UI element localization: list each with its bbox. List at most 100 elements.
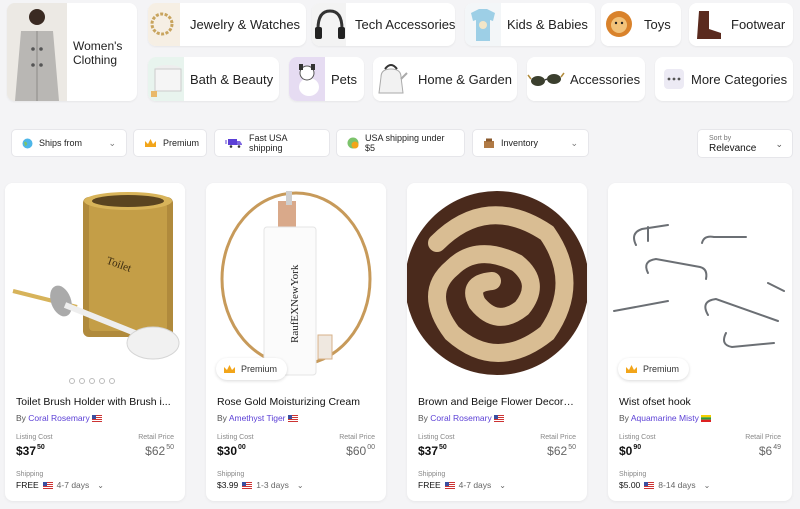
headphones-icon (312, 3, 346, 46)
more-icon (664, 69, 684, 89)
image-carousel-dots[interactable] (477, 378, 513, 384)
category-label: More Categories (691, 72, 788, 87)
us-flag-icon (644, 481, 655, 489)
kettle-icon (373, 57, 409, 101)
retail-price-value: $649 (758, 444, 781, 458)
crown-icon (626, 365, 637, 373)
coat-icon (7, 3, 67, 101)
by-label: By (418, 413, 428, 423)
category-label: Bath & Beauty (190, 72, 274, 87)
chevron-down-icon[interactable]: ⌄ (499, 481, 506, 490)
svg-text:RaufEXNewYork: RaufEXNewYork (289, 264, 301, 343)
us-flag-icon (42, 481, 53, 489)
retail-price-label: Retail Price (745, 434, 781, 441)
category-label: Kids & Babies (507, 17, 588, 32)
category-footwear[interactable]: Footwear (689, 3, 793, 46)
us-flag-icon (92, 415, 103, 423)
category-label: Tech Accessories (355, 17, 455, 32)
product-card[interactable]: RaufEXNewYork Premium Rose Gold Moisturi… (206, 183, 386, 501)
us-flag-icon (444, 481, 455, 489)
shipping-value[interactable]: FREE 4-7 days ⌄ (418, 480, 506, 490)
retail-price-label: Retail Price (138, 434, 174, 441)
category-pets[interactable]: Pets (289, 57, 364, 101)
ships-from-filter[interactable]: Ships from ⌄ (11, 129, 127, 157)
listing-cost-label: Listing Cost (619, 434, 656, 441)
category-toys[interactable]: Toys (601, 3, 681, 46)
category-label: Home & Garden (418, 72, 512, 87)
category-jewelry-watches[interactable]: Jewelry & Watches (148, 3, 306, 46)
sort-value: Relevance (709, 143, 757, 154)
shipping-label: Shipping (619, 471, 647, 478)
listing-cost-value: $3750 (418, 444, 447, 458)
usa-shipping-under-5-filter[interactable]: USA shipping under $5 (336, 129, 465, 157)
crown-icon (144, 138, 157, 148)
product-card[interactable]: Toilet Toilet Brush Holder with Brush i.… (5, 183, 185, 501)
chevron-down-icon: ⌄ (570, 137, 578, 148)
truck-icon (225, 138, 243, 148)
baby-clothes-icon (465, 3, 501, 46)
shipping-value[interactable]: FREE 4-7 days ⌄ (16, 480, 104, 490)
us-flag-icon (242, 481, 253, 489)
usa-shipping-under-5-label: USA shipping under $5 (365, 133, 445, 153)
bracelet-icon (148, 3, 180, 46)
product-image (407, 183, 587, 389)
listing-cost-label: Listing Cost (16, 434, 53, 441)
by-label: By (16, 413, 26, 423)
country-flag-icon (701, 415, 712, 423)
chevron-down-icon: ⌄ (775, 139, 783, 149)
product-title[interactable]: Rose Gold Moisturizing Cream (217, 396, 375, 408)
shipping-value[interactable]: $3.99 1-3 days ⌄ (217, 480, 304, 490)
us-flag-icon (494, 415, 505, 423)
image-carousel-dots[interactable] (69, 378, 115, 384)
sunglasses-icon (527, 57, 565, 101)
seller-line: By Aquamarine Misty (619, 413, 712, 423)
shipping-label: Shipping (16, 471, 44, 478)
seller-link[interactable]: Coral Rosemary (430, 413, 491, 423)
seller-link[interactable]: Amethyst Tiger (229, 413, 286, 423)
chevron-down-icon[interactable]: ⌄ (297, 481, 304, 490)
category-home-garden[interactable]: Home & Garden (373, 57, 517, 101)
ships-from-label: Ships from (39, 138, 83, 148)
seller-line: By Amethyst Tiger (217, 413, 298, 423)
category-more[interactable]: More Categories (655, 57, 793, 101)
product-title[interactable]: Toilet Brush Holder with Brush i... (16, 396, 174, 408)
category-label: Pets (331, 72, 358, 87)
us-flag-icon (287, 415, 298, 423)
premium-badge: Premium (216, 358, 288, 380)
product-title[interactable]: Wist ofset hook (619, 396, 781, 408)
seller-link[interactable]: Coral Rosemary (28, 413, 89, 423)
product-title[interactable]: Brown and Beige Flower Decora... (418, 396, 576, 408)
category-tech-accessories[interactable]: Tech Accessories (312, 3, 455, 46)
fast-usa-shipping-label: Fast USA shipping (249, 133, 288, 153)
listing-cost-value: $3750 (16, 444, 45, 458)
category-label: Jewelry & Watches (190, 17, 301, 32)
category-label: Accessories (570, 72, 641, 87)
premium-badge: Premium (618, 358, 690, 380)
inventory-label: Inventory (501, 138, 539, 148)
box-icon (483, 138, 495, 149)
premium-filter[interactable]: Premium (133, 129, 207, 157)
shipping-label: Shipping (418, 471, 446, 478)
category-kids-babies[interactable]: Kids & Babies (465, 3, 595, 46)
coin-icon (347, 137, 359, 149)
chevron-down-icon[interactable]: ⌄ (704, 481, 711, 490)
chevron-down-icon: ⌄ (108, 137, 116, 148)
category-accessories[interactable]: Accessories (527, 57, 645, 101)
product-image: Toilet (5, 183, 185, 389)
by-label: By (619, 413, 629, 423)
listing-cost-label: Listing Cost (418, 434, 455, 441)
listing-cost-value: $090 (619, 444, 642, 458)
sort-label: Sort by (709, 135, 732, 142)
chevron-down-icon[interactable]: ⌄ (97, 481, 104, 490)
category-womens-clothing[interactable]: Women's Clothing (7, 3, 137, 101)
category-bath-beauty[interactable]: Bath & Beauty (148, 57, 279, 101)
product-card[interactable]: Brown and Beige Flower Decora... By Cora… (407, 183, 587, 501)
sort-dropdown[interactable]: Sort by Relevance ⌄ (697, 129, 793, 158)
listing-cost-label: Listing Cost (217, 434, 254, 441)
inventory-filter[interactable]: Inventory ⌄ (472, 129, 589, 157)
seller-link[interactable]: Aquamarine Misty (631, 413, 699, 423)
product-card[interactable]: Premium Wist ofset hook By Aquamarine Mi… (608, 183, 792, 501)
shipping-value[interactable]: $5.00 8-14 days ⌄ (619, 480, 710, 490)
boot-icon (689, 3, 725, 46)
fast-usa-shipping-filter[interactable]: Fast USA shipping (214, 129, 330, 157)
